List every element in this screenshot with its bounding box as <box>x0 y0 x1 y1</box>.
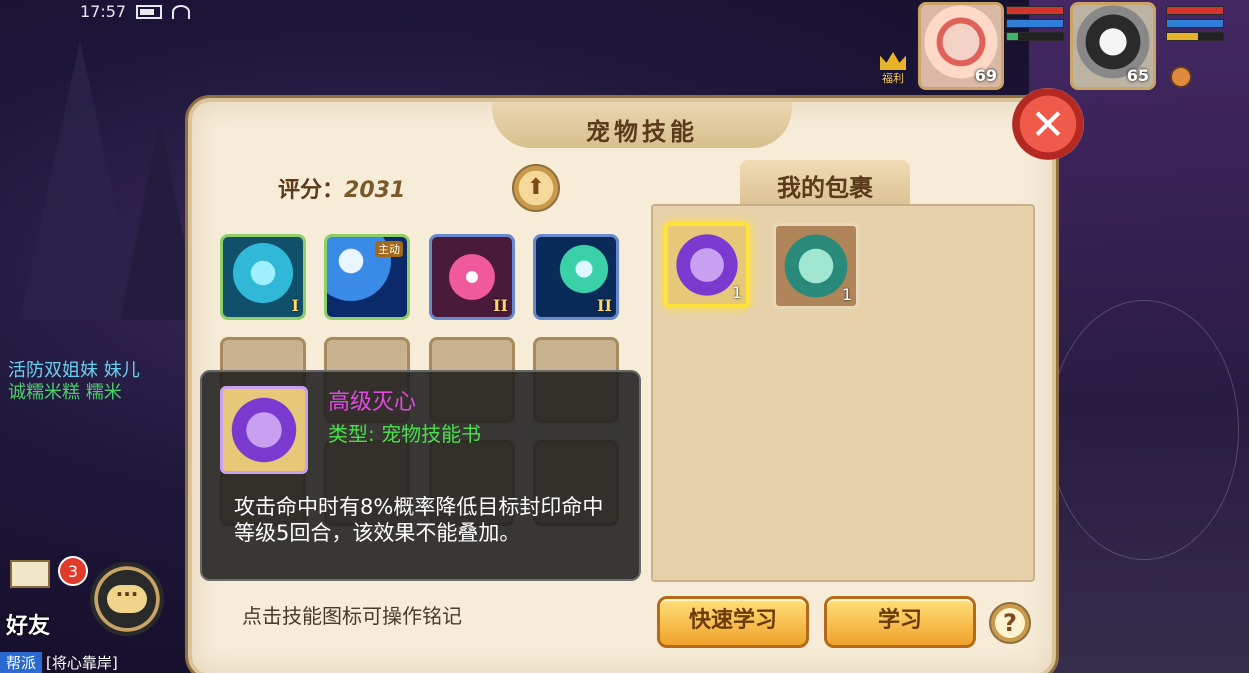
mp-bar <box>1166 19 1224 28</box>
help-button[interactable]: ? <box>989 602 1031 644</box>
bag-item-purple-skill-book[interactable]: 1 <box>664 222 750 308</box>
clock: 17:57 <box>80 2 127 21</box>
arrow-up-icon: ⬆ <box>526 175 546 200</box>
skill-tier: I <box>291 296 299 315</box>
score-value: 2031 <box>344 178 406 203</box>
bag-title: 我的包裹 <box>777 174 873 202</box>
chat-line: 活防双姐妹 妹儿 <box>8 360 140 381</box>
crown-icon <box>880 52 906 70</box>
pet-level: 65 <box>1126 66 1149 85</box>
battery-icon <box>136 4 163 19</box>
exp-bar <box>1006 32 1064 41</box>
skill-slot-2[interactable]: 主动 <box>324 234 410 320</box>
chat-line: 诚糯米糕 糯米 <box>8 382 122 403</box>
welfare-label: 福利 <box>882 72 904 85</box>
tooltip-description: 攻击命中时有8%概率降低目标封印命中等级5回合，该效果不能叠加。 <box>234 495 604 545</box>
skill-book-icon <box>220 386 308 474</box>
fast-learn-button[interactable]: 快速学习 <box>657 596 809 648</box>
guild-chat-bar[interactable]: 帮派 [将心靠岸] <box>0 652 118 673</box>
skill-slot-1[interactable]: I <box>220 234 306 320</box>
tooltip-item-type: 类型: 宠物技能书 <box>328 422 482 446</box>
close-icon: ✕ <box>1030 99 1066 149</box>
chat-bubble-icon: ··· <box>107 584 147 613</box>
hp-bar <box>1006 6 1064 15</box>
notification-badge: 3 <box>58 556 88 586</box>
player-status-bars <box>1006 6 1064 41</box>
chat-feed: 活防双姐妹 妹儿 诚糯米糕 糯米 <box>8 360 140 404</box>
player-portrait[interactable]: 69 <box>918 2 1004 90</box>
pet-status-bars <box>1166 6 1224 41</box>
hint-text: 点击技能图标可操作铭记 <box>242 604 462 628</box>
score: 评分：2031 <box>278 172 405 204</box>
status-bar: 17:57 <box>80 2 191 21</box>
skill-slot-4[interactable]: II <box>533 234 619 320</box>
welfare-button[interactable]: 福利 <box>876 52 910 90</box>
skill-slot-3[interactable]: II <box>429 234 515 320</box>
chat-button[interactable]: ··· <box>90 562 164 636</box>
player-level: 69 <box>974 66 997 85</box>
hp-bar <box>1166 6 1224 15</box>
wifi-icon <box>172 4 191 19</box>
guild-tag: 帮派 <box>0 652 43 673</box>
friends-button[interactable]: 3 好友 <box>6 556 88 640</box>
panel-title: 宠物技能 <box>586 118 698 146</box>
item-quantity: 1 <box>841 285 852 304</box>
friends-label: 好友 <box>6 614 51 639</box>
pet-food-icon[interactable] <box>1170 66 1192 88</box>
tooltip-item-name: 高级灭心 <box>328 390 417 415</box>
close-button[interactable]: ✕ <box>1012 88 1084 160</box>
title-plate: 宠物技能 <box>492 102 792 148</box>
exp-bar <box>1166 32 1224 41</box>
bag-item-green-skill-book[interactable]: 1 <box>773 223 859 309</box>
guild-message: [将心靠岸] <box>46 654 118 672</box>
active-skill-tag: 主动 <box>375 241 403 257</box>
spider-web-decoration <box>1049 300 1239 560</box>
item-quantity: 1 <box>731 283 742 302</box>
learn-button[interactable]: 学习 <box>824 596 976 648</box>
score-label: 评分： <box>278 178 345 203</box>
pet-portrait[interactable]: 65 <box>1070 2 1156 90</box>
upgrade-button[interactable]: ⬆ <box>512 164 560 212</box>
envelope-icon <box>10 560 50 588</box>
skill-tier: II <box>493 296 508 315</box>
mp-bar <box>1006 19 1064 28</box>
bag-title-plate: 我的包裹 <box>740 160 910 204</box>
skill-tier: II <box>597 296 612 315</box>
